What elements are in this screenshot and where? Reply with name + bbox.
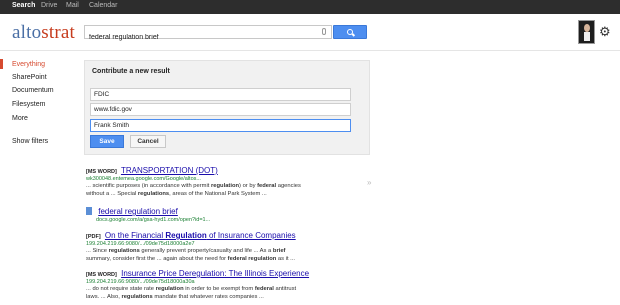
result-item: [MS WORD] TRANSPORTATION (DOT) wk300048.… bbox=[86, 166, 376, 198]
result-item: [PDF] On the Financial Regulation of Ins… bbox=[86, 231, 376, 263]
result-title: [MS WORD] TRANSPORTATION (DOT) bbox=[86, 166, 376, 175]
gear-icon[interactable]: ⚙ bbox=[599, 25, 612, 38]
snippet-highlight: regulations bbox=[137, 191, 170, 197]
snippet-text: as it ... bbox=[276, 256, 295, 262]
result-title: [PDF] On the Financial Regulation of Ins… bbox=[86, 231, 376, 240]
show-filters-link[interactable]: Show filters bbox=[12, 138, 48, 145]
result-link[interactable]: federal regulation brief bbox=[98, 207, 178, 216]
result-link[interactable]: TRANSPORTATION (DOT) bbox=[121, 166, 218, 175]
panel-title: Contribute a new result bbox=[92, 68, 170, 75]
snippet-text: ... scientific purposes (in accordance w… bbox=[86, 183, 212, 189]
snippet-text: generally prevent property/casualty and … bbox=[139, 248, 273, 254]
snippet-highlight: federal bbox=[254, 286, 274, 292]
logo-text-main: alto bbox=[12, 22, 42, 43]
title-highlight: Regulation bbox=[165, 231, 207, 240]
sidebar-item-sharepoint[interactable]: SharePoint bbox=[12, 74, 47, 81]
sidebar-item-everything[interactable]: Everything bbox=[12, 61, 45, 68]
snippet-highlight: regulation bbox=[155, 286, 184, 292]
avatar-face bbox=[584, 24, 590, 32]
nav-drive[interactable]: Drive bbox=[41, 2, 57, 9]
result-url: docs.google.com/a/gsa-hyd1.com/open?id=1… bbox=[96, 217, 211, 223]
snippet-text: agencies bbox=[276, 183, 301, 189]
result-tag: [PDF] bbox=[86, 234, 101, 240]
snippet-highlight: regulations bbox=[108, 248, 140, 254]
snippet-text: summary, consider first the ... again ab… bbox=[86, 256, 228, 262]
result-title: [MS WORD] Insurance Price Deregulation: … bbox=[86, 269, 376, 278]
search-icon bbox=[347, 29, 353, 35]
snippet-text: laws. ... Also, bbox=[86, 294, 122, 300]
author-field[interactable]: Frank Smith bbox=[90, 119, 351, 132]
snippet-text: antitrust bbox=[273, 286, 297, 292]
result-title: federal regulation brief bbox=[86, 207, 376, 216]
avatar[interactable] bbox=[578, 20, 595, 44]
nav-search[interactable]: Search bbox=[12, 2, 35, 9]
cancel-button[interactable]: Cancel bbox=[130, 135, 166, 148]
nav-mail[interactable]: Mail bbox=[66, 2, 79, 9]
document-icon bbox=[86, 207, 92, 215]
snippet-highlight: regulations bbox=[121, 294, 153, 300]
title-part: On the Financial bbox=[104, 231, 166, 240]
result-snippet: ... do not require state rate regulation… bbox=[86, 285, 376, 301]
app-logo[interactable]: altostrat bbox=[12, 22, 75, 44]
snippet-highlight: federal regulation bbox=[227, 256, 277, 262]
snippet-text: ) or by bbox=[239, 183, 258, 189]
title-part: of Insurance Companies bbox=[206, 231, 296, 240]
sidebar-item-more[interactable]: More bbox=[12, 115, 28, 122]
result-tag: [MS WORD] bbox=[86, 169, 117, 175]
mic-icon[interactable] bbox=[322, 28, 326, 35]
active-indicator bbox=[0, 59, 3, 69]
result-tag: [MS WORD] bbox=[86, 272, 117, 278]
header-divider bbox=[0, 50, 620, 51]
top-navigation-bar: Search Drive Mail Calendar bbox=[0, 0, 620, 14]
result-snippet: ... Since regulations generally prevent … bbox=[86, 247, 376, 263]
snippet-text: in order to be exempt from bbox=[183, 286, 255, 292]
search-button[interactable] bbox=[333, 25, 367, 39]
snippet-text: mandate that whatever rates companies ..… bbox=[152, 294, 264, 300]
url-field[interactable]: www.fdic.gov bbox=[90, 103, 351, 116]
nav-calendar[interactable]: Calendar bbox=[89, 2, 117, 9]
snippet-text: , areas of the National Park System ... bbox=[169, 191, 267, 197]
search-box[interactable] bbox=[84, 25, 332, 43]
logo-text-accent: strat bbox=[41, 22, 76, 43]
snippet-text: without a ... Special bbox=[86, 191, 138, 197]
title-field[interactable]: FDIC bbox=[90, 88, 351, 101]
result-item: federal regulation brief docs.google.com… bbox=[86, 207, 376, 223]
snippet-text: ... Since bbox=[86, 248, 109, 254]
avatar-shirt bbox=[584, 32, 590, 41]
contribute-panel: Contribute a new result FDIC www.fdic.go… bbox=[84, 60, 370, 155]
result-link[interactable]: Insurance Price Deregulation: The Illino… bbox=[121, 269, 309, 278]
save-button[interactable]: Save bbox=[90, 135, 124, 148]
result-snippet: ... scientific purposes (in accordance w… bbox=[86, 182, 376, 198]
search-input[interactable] bbox=[85, 32, 310, 43]
result-item: [MS WORD] Insurance Price Deregulation: … bbox=[86, 269, 376, 301]
snippet-text: ... do not require state rate bbox=[86, 286, 156, 292]
sidebar-item-filesystem[interactable]: Filesystem bbox=[12, 101, 45, 108]
snippet-highlight: federal bbox=[257, 183, 277, 189]
sidebar-item-documentum[interactable]: Documentum bbox=[12, 87, 54, 94]
snippet-highlight: brief bbox=[272, 248, 286, 254]
result-link[interactable]: On the Financial Regulation of Insurance… bbox=[105, 231, 296, 240]
snippet-highlight: regulation bbox=[211, 183, 240, 189]
